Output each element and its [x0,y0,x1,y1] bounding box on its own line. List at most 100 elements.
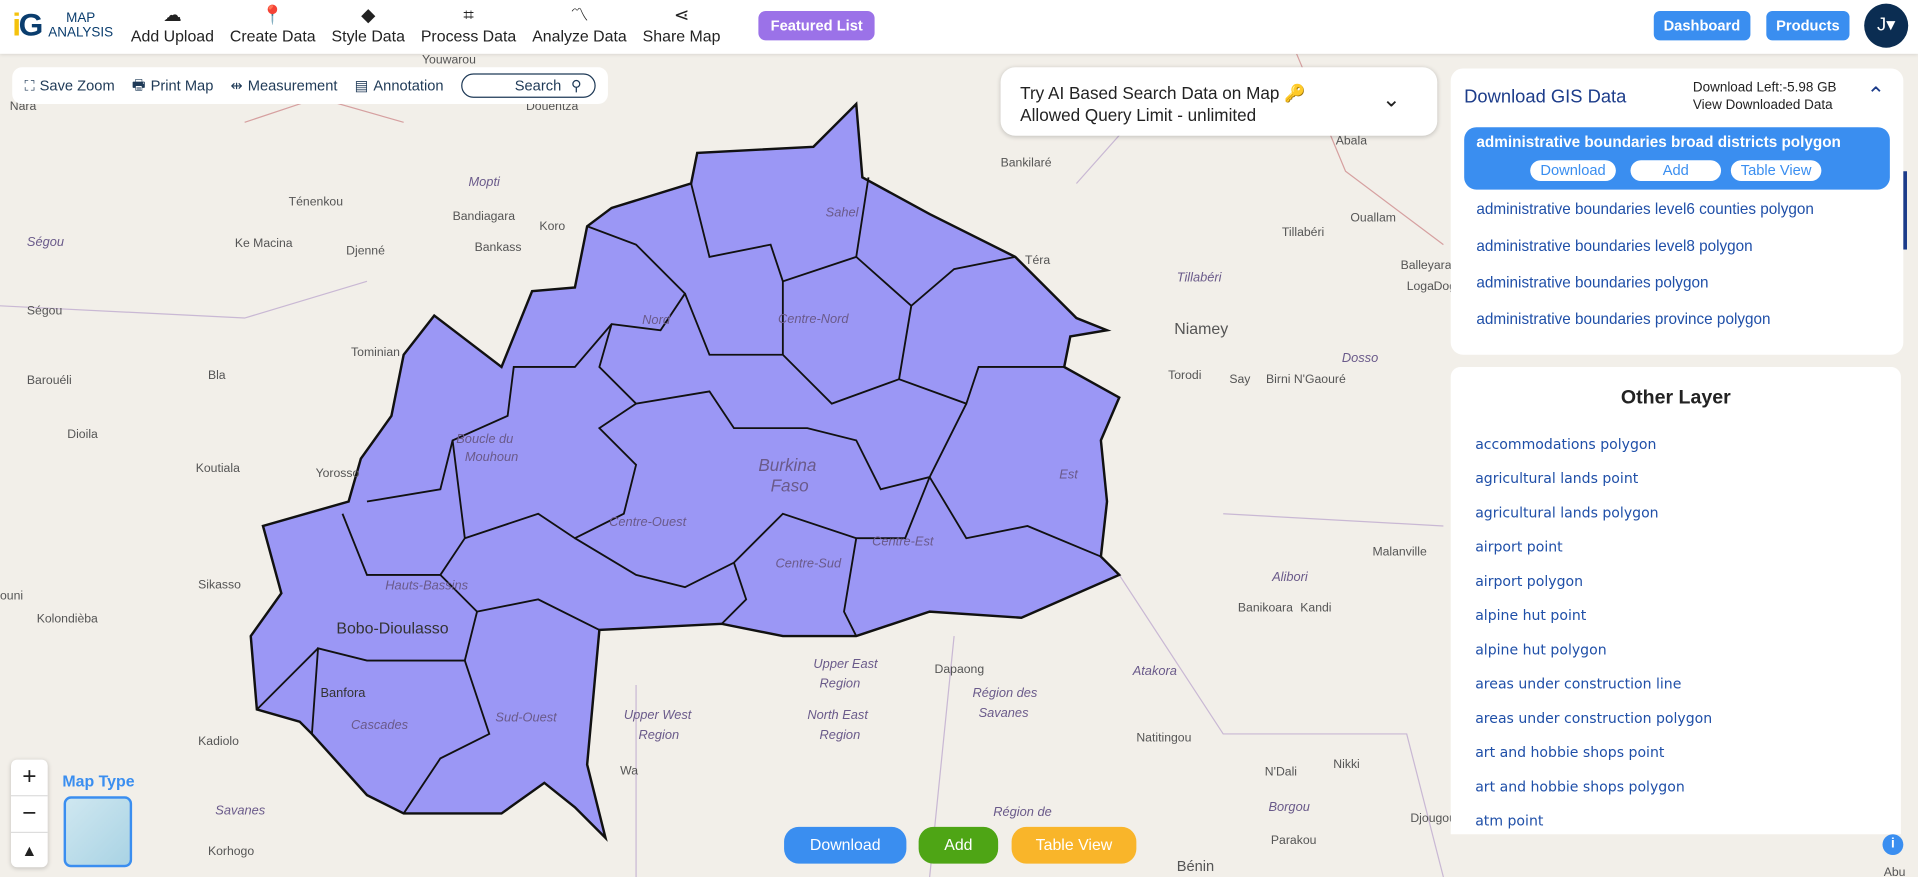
nav-style-data[interactable]: ◆ Style Data [332,5,405,45]
view-downloaded-link[interactable]: View Downloaded Data [1693,98,1833,113]
map-toolbar: ⛶ Save Zoom 🖶 Print Map ⇹ Measurement ▤ Anno… [12,67,608,104]
other-layer-item[interactable]: agricultural lands polygon [1475,504,1658,521]
svg-text:Natitingou: Natitingou [1136,730,1191,744]
print-map-button[interactable]: 🖶 Print Map [132,73,214,99]
svg-text:Ténenkou: Ténenkou [289,194,343,208]
svg-text:Cascades: Cascades [351,717,409,732]
layer-item[interactable]: administrative boundaries level8 polygon [1476,237,1752,254]
svg-text:Savanes: Savanes [215,803,266,818]
compass-north-icon[interactable]: ▲ [11,833,48,868]
svg-text:Sahel: Sahel [826,205,860,220]
panel-scrollbar[interactable] [1903,171,1907,250]
chevron-up-icon[interactable]: ⌃ [1867,83,1885,109]
svg-text:Say: Say [1229,372,1251,386]
other-layer-item[interactable]: agricultural lands point [1475,470,1638,487]
svg-text:Upper East: Upper East [813,656,879,671]
svg-text:Balleyara: Balleyara [1401,258,1452,272]
svg-text:Banikoara: Banikoara [1238,601,1293,615]
svg-text:Nikki: Nikki [1333,757,1359,771]
zoom-control: + − ▲ [11,759,48,868]
zoom-out-button[interactable]: − [11,796,48,834]
ai-search-title: Try AI Based Search Data on Map 🔑 [1020,83,1306,103]
nav-analyze-data[interactable]: 〽 Analyze Data [532,5,627,45]
measurement-button[interactable]: ⇹ Measurement [231,77,338,94]
user-avatar-menu[interactable]: J▾ [1864,3,1909,48]
logo-top-text: MAP [66,10,96,26]
logo[interactable]: iG MAP ANALYSIS [12,6,113,44]
svg-text:Bénin: Bénin [1177,859,1215,875]
nav-label: Share Map [642,26,721,46]
svg-text:Centre-Ouest: Centre-Ouest [609,514,687,529]
svg-text:Region: Region [820,675,861,690]
featured-list-button[interactable]: Featured List [758,11,876,41]
nav-label: Style Data [331,26,405,46]
query-limit-text: Allowed Query Limit - unlimited [1020,105,1257,125]
svg-text:Malanville: Malanville [1372,544,1427,558]
svg-text:Tillabéri: Tillabéri [1282,225,1324,239]
svg-text:Centre-Nord: Centre-Nord [778,311,849,326]
svg-text:Téra: Téra [1025,253,1050,267]
svg-text:Region: Region [639,727,680,742]
svg-text:Tominian: Tominian [351,345,400,359]
svg-text:Banfora: Banfora [320,685,366,700]
svg-text:Ouallam: Ouallam [1350,210,1396,224]
zoom-in-button[interactable]: + [11,760,48,797]
nav-process-data[interactable]: ⌗ Process Data [421,5,516,45]
svg-text:Dapaong: Dapaong [935,662,985,676]
other-layer-item[interactable]: airport polygon [1475,572,1583,589]
svg-text:Kandi: Kandi [1300,601,1331,615]
other-layer-panel: Other Layer accommodations polygon agricu… [1450,366,1901,835]
download-button[interactable]: Download [784,826,907,864]
layer-table-view-button[interactable]: Table View [1730,160,1822,182]
svg-text:Korhogo: Korhogo [208,844,254,858]
save-zoom-button[interactable]: ⛶ Save Zoom [24,76,114,94]
products-button[interactable]: Products [1766,11,1850,41]
svg-text:Youwarou: Youwarou [422,54,476,67]
logo-mark: iG [12,6,43,43]
other-layer-item[interactable]: atm point [1475,812,1543,829]
other-layer-item[interactable]: airport point [1475,538,1562,555]
map-type-label: Map Type [62,771,135,791]
layer-item[interactable]: administrative boundaries province polyg… [1476,311,1770,328]
analyze-icon: 〽 [570,4,589,26]
svg-text:Mopti: Mopti [468,174,501,189]
layer-download-button[interactable]: Download [1530,160,1616,182]
info-icon[interactable]: i [1882,834,1904,856]
selected-layer[interactable]: administrative boundaries broad district… [1464,127,1890,190]
other-layer-item[interactable]: alpine hut point [1475,607,1586,624]
logo-bottom-text: ANALYSIS [48,25,114,40]
paint-bucket-icon: ◆ [361,4,376,26]
chevron-down-icon[interactable]: ⌄ [1382,87,1400,113]
map-type-thumbnail[interactable] [63,796,133,868]
other-layer-item[interactable]: areas under construction polygon [1475,709,1712,726]
svg-text:Borgou: Borgou [1268,799,1309,814]
other-layer-item[interactable]: areas under construction line [1475,675,1681,692]
layer-item[interactable]: administrative boundaries level6 countie… [1476,201,1813,218]
svg-text:Ke Macina: Ke Macina [235,236,293,250]
other-layer-item[interactable]: art and hobbie shops polygon [1475,778,1685,795]
add-button[interactable]: Add [918,826,999,864]
dashboard-button[interactable]: Dashboard [1653,11,1751,41]
layer-add-button[interactable]: Add [1630,160,1722,182]
annotation-button[interactable]: ▤ Annotation [355,77,444,94]
svg-text:Savanes: Savanes [979,705,1030,720]
download-left-text: Download Left:-5.98 GB [1692,80,1837,96]
cloud-upload-icon: ☁ [163,4,182,26]
svg-text:Kadiolo: Kadiolo [198,734,239,748]
nav-share-map[interactable]: ⋖ Share Map [643,5,721,45]
svg-text:Kolondièba: Kolondièba [37,612,98,626]
layer-item[interactable]: administrative boundaries polygon [1476,274,1708,291]
table-view-button[interactable]: Table View [1011,826,1137,864]
svg-text:Tillabéri: Tillabéri [1177,269,1223,284]
nav-add-upload[interactable]: ☁ Add Upload [131,5,214,45]
map-pin-icon: 📍 [261,4,285,26]
search-box[interactable]: Search ⚲ [460,73,596,98]
other-layer-item[interactable]: art and hobbie shops point [1475,744,1664,761]
other-layer-item[interactable]: alpine hut polygon [1475,641,1606,658]
svg-text:Atakora: Atakora [1132,663,1177,678]
nav-create-data[interactable]: 📍 Create Data [230,5,316,45]
ai-search-panel[interactable]: Try AI Based Search Data on Map 🔑 Allowe… [1000,67,1438,136]
svg-text:Nord: Nord [642,312,671,327]
other-layer-item[interactable]: accommodations polygon [1475,435,1656,452]
main-nav: ☁ Add Upload 📍 Create Data ◆ Style Data ⌗ Pr… [131,5,721,45]
